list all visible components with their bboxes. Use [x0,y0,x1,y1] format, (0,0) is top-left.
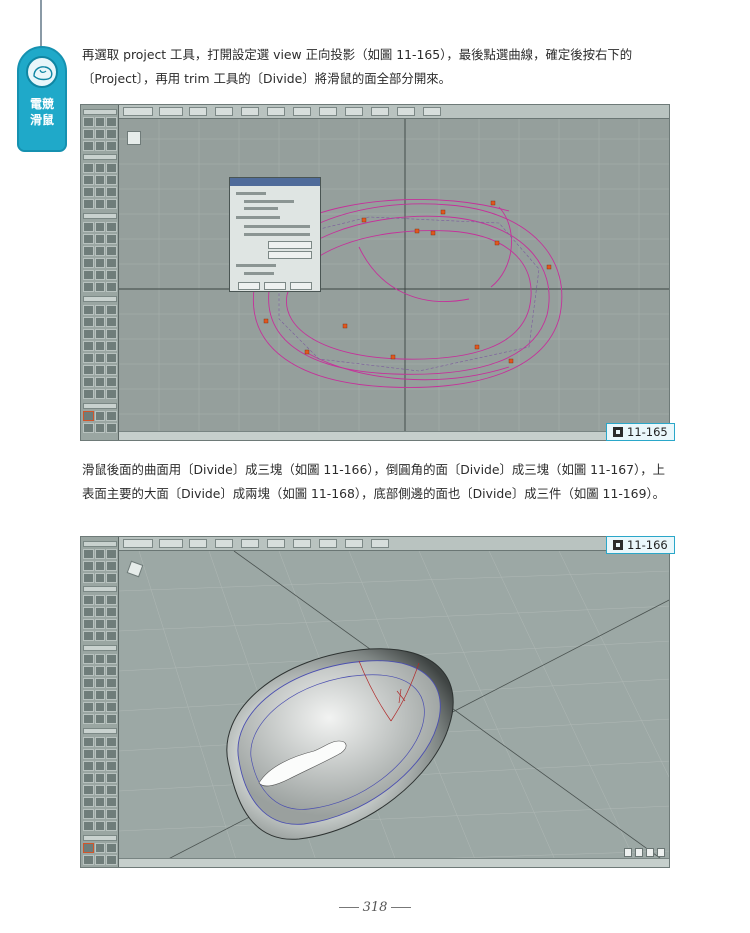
page-number: 318 [0,900,750,915]
reset-button[interactable] [624,848,632,857]
figure-number: 11-165 [627,425,668,439]
tool-palette [81,537,119,867]
status-bar [119,431,669,440]
apply-button[interactable] [264,282,286,290]
tab-string [40,0,42,48]
discard-button[interactable] [646,848,654,857]
project-control-dialog[interactable] [229,177,321,292]
figure-11-165-screenshot [80,104,670,441]
project-button[interactable] [238,282,260,290]
dialog-titlebar [230,178,320,186]
keep-button[interactable] [635,848,643,857]
perspective-scene [118,550,669,867]
figure-number: 11-166 [627,538,668,552]
figure-icon [613,540,623,550]
status-bar [119,858,669,867]
viewport-grid [119,119,669,440]
figure-icon [613,427,623,437]
reset-button[interactable] [290,282,312,290]
reload-vector-button[interactable] [268,251,312,259]
top-toolbar [119,105,669,119]
bottom-right-buttons [624,848,665,857]
paragraph-1: 再選取 project 工具，打開設定選 view 正向投影（如圖 11-165… [82,47,633,86]
paragraph-2: 滑鼠後面的曲面用〔Divide〕成三塊（如圖 11-166），倒圓角的面〔Div… [82,462,666,501]
top-toolbar [119,537,669,551]
refresh-vector-button[interactable] [268,241,312,249]
divide-button[interactable] [657,848,665,857]
mouse-icon [26,56,58,88]
top-viewport[interactable] [119,119,669,440]
chapter-tab: 電競 滑鼠 [17,46,67,152]
tool-palette [81,105,119,440]
figure-11-166-screenshot [80,536,670,868]
view-cube-icon[interactable] [127,131,141,145]
figure-label-1: 11-165 [606,423,675,441]
figure-label-2: 11-166 [606,536,675,554]
perspective-viewport[interactable] [118,550,669,867]
chapter-tab-label: 電競 滑鼠 [29,97,54,127]
